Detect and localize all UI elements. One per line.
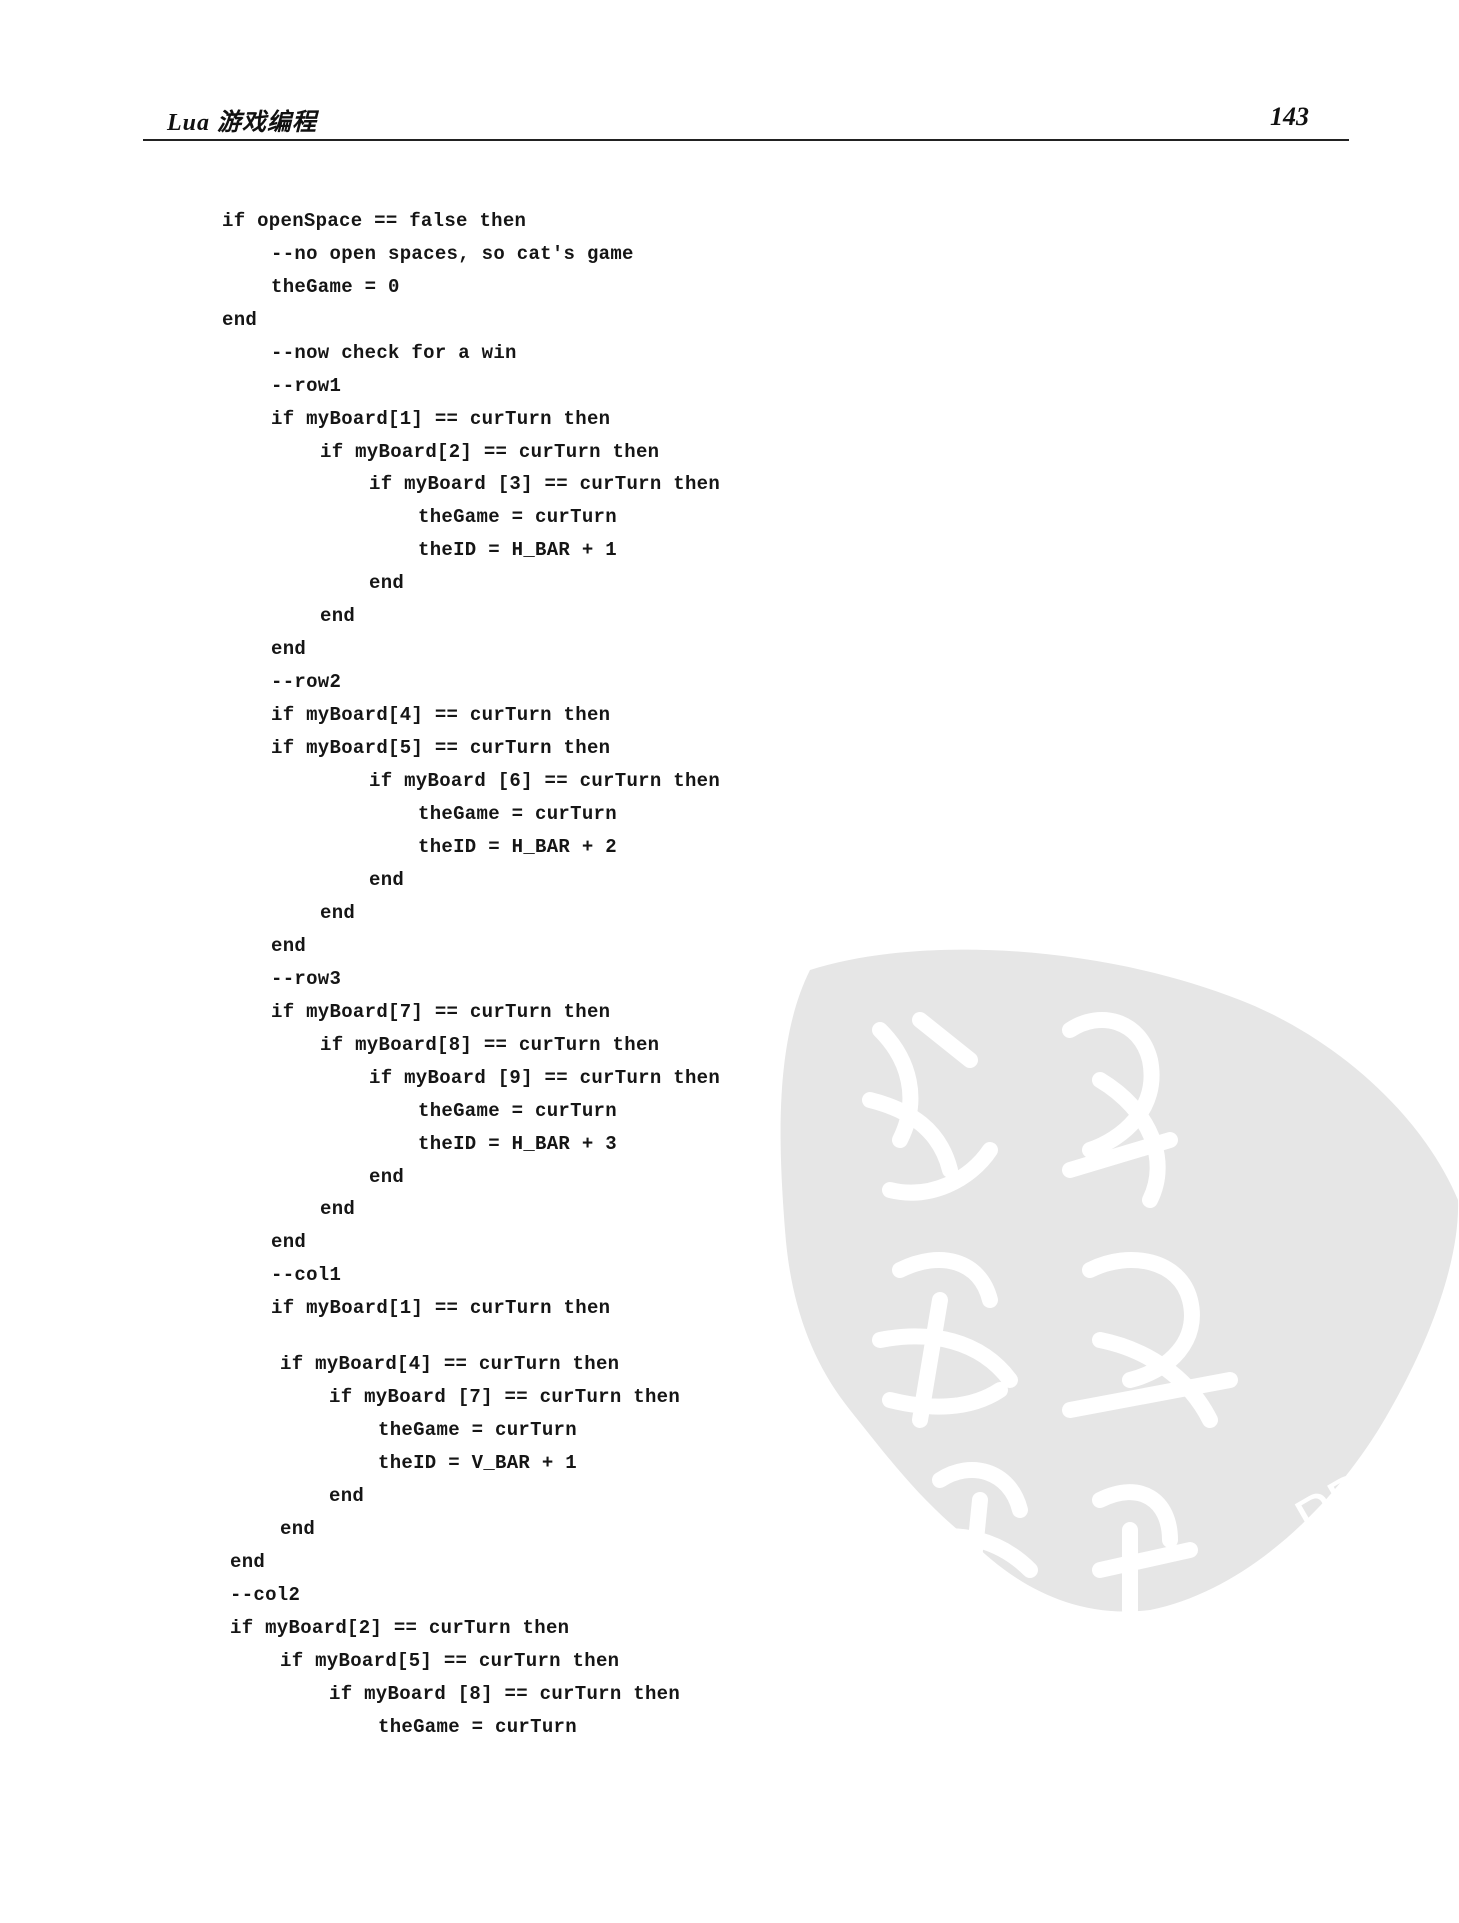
code-line: end: [369, 572, 405, 594]
code-line: --now check for a win: [271, 342, 517, 364]
code-line: --col1: [271, 1264, 342, 1286]
code-line: if myBoard [3] == curTurn then: [369, 473, 721, 495]
code-line: end: [329, 1485, 365, 1507]
code-line: theGame = curTurn: [378, 1716, 577, 1738]
code-line: if myBoard[5] == curTurn then: [280, 1650, 620, 1672]
code-line: if myBoard[2] == curTurn then: [230, 1617, 570, 1639]
code-line: end: [320, 605, 356, 627]
code-listing: if openSpace == false then --no open spac…: [0, 0, 1459, 1923]
code-line: theID = H_BAR + 3: [418, 1133, 617, 1155]
code-line: if myBoard[4] == curTurn then: [280, 1353, 620, 1375]
code-line: if myBoard [9] == curTurn then: [369, 1067, 721, 1089]
code-line: --row1: [271, 375, 342, 397]
code-line: end: [320, 902, 356, 924]
code-line: end: [280, 1518, 316, 1540]
code-line: end: [271, 935, 307, 957]
code-line: end: [271, 638, 307, 660]
code-line: if myBoard [7] == curTurn then: [329, 1386, 681, 1408]
code-line: if myBoard [6] == curTurn then: [369, 770, 721, 792]
code-line: if myBoard[1] == curTurn then: [271, 1297, 611, 1319]
code-line: theGame = curTurn: [418, 803, 617, 825]
code-line: theGame = curTurn: [378, 1419, 577, 1441]
code-line: if myBoard[1] == curTurn then: [271, 408, 611, 430]
code-line: --row3: [271, 968, 342, 990]
code-line: if myBoard[5] == curTurn then: [271, 737, 611, 759]
code-line: if myBoard[8] == curTurn then: [320, 1034, 660, 1056]
code-line: theID = V_BAR + 1: [378, 1452, 577, 1474]
code-line: --col2: [230, 1584, 301, 1606]
code-line: theID = H_BAR + 2: [418, 836, 617, 858]
code-line: if myBoard[4] == curTurn then: [271, 704, 611, 726]
code-line: end: [271, 1231, 307, 1253]
code-line: end: [230, 1551, 266, 1573]
code-line: end: [222, 309, 258, 331]
code-line: --row2: [271, 671, 342, 693]
code-line: theGame = 0: [271, 276, 400, 298]
code-line: if openSpace == false then: [222, 210, 527, 232]
code-line: if myBoard [8] == curTurn then: [329, 1683, 681, 1705]
code-line: end: [369, 1166, 405, 1188]
code-line: --no open spaces, so cat's game: [271, 243, 634, 265]
code-line: end: [320, 1198, 356, 1220]
code-line: if myBoard[7] == curTurn then: [271, 1001, 611, 1023]
code-line: theGame = curTurn: [418, 506, 617, 528]
code-line: end: [369, 869, 405, 891]
code-line: if myBoard[2] == curTurn then: [320, 441, 660, 463]
code-line: theGame = curTurn: [418, 1100, 617, 1122]
code-line: theID = H_BAR + 1: [418, 539, 617, 561]
